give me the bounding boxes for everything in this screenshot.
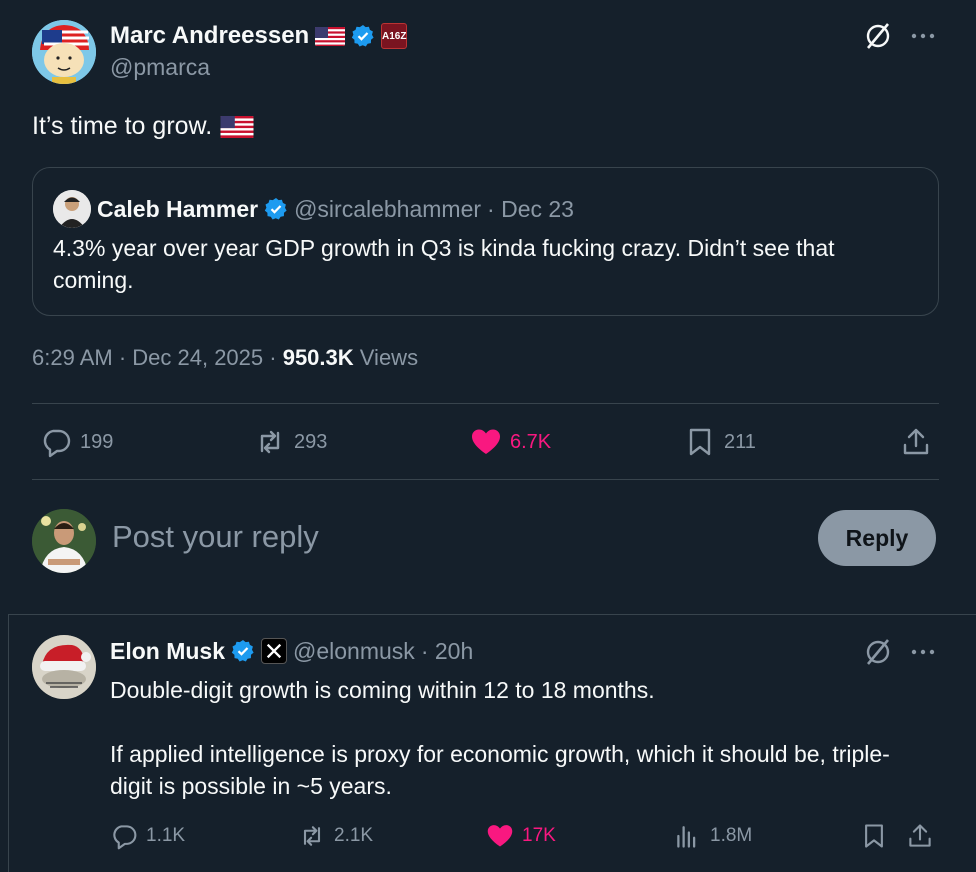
share-icon	[903, 428, 929, 455]
share-action[interactable]	[900, 426, 932, 458]
repost-count: 293	[294, 430, 328, 453]
quoted-author-handle[interactable]: @sircalebhammer	[294, 196, 481, 223]
views-label: Views	[359, 345, 419, 370]
reply-icon	[113, 825, 137, 850]
current-user-avatar[interactable]	[32, 509, 96, 573]
tweet-body: It’s time to grow.	[32, 112, 213, 140]
quoted-author-avatar[interactable]	[53, 190, 91, 228]
like-count: 6.7K	[510, 430, 552, 453]
author-avatar[interactable]	[32, 20, 96, 84]
reply-author-handle[interactable]: @elonmusk	[293, 638, 415, 665]
reply-count: 199	[80, 430, 114, 453]
author-handle[interactable]: @pmarca	[110, 54, 210, 81]
share-icon	[909, 824, 931, 847]
tweet-time[interactable]: 6:29 AM · Dec 24, 2025 ·	[32, 345, 277, 370]
like-icon	[487, 825, 513, 847]
more-icon[interactable]	[910, 639, 936, 665]
column-border	[8, 614, 9, 872]
reply-author-avatar[interactable]	[32, 635, 96, 699]
verified-icon[interactable]	[231, 639, 255, 663]
bookmark-icon	[865, 824, 883, 848]
more-icon[interactable]	[910, 23, 936, 49]
repost-icon	[303, 826, 321, 846]
reply-input[interactable]: Post your reply	[112, 519, 319, 555]
reply-icon	[43, 429, 71, 458]
like-icon	[472, 429, 500, 454]
author-name[interactable]: Marc Andreessen	[110, 22, 309, 50]
reply-author-row: Elon Musk @elonmusk · 20h	[110, 635, 473, 667]
reply-time[interactable]: · 20h	[421, 638, 473, 665]
reply-author-name[interactable]: Elon Musk	[110, 638, 225, 665]
like-count: 17K	[522, 825, 556, 846]
bookmark-count: 211	[724, 430, 756, 453]
us-flag-icon	[220, 115, 254, 138]
bookmark-icon	[689, 428, 711, 456]
reply-paragraph: If applied intelligence is proxy for eco…	[110, 741, 890, 799]
bookmark-action[interactable]	[860, 822, 888, 850]
a16z-affiliate-badge[interactable]: A16Z	[381, 23, 408, 49]
reply-top-actions	[864, 638, 936, 666]
bookmark-action[interactable]: 211	[684, 426, 756, 458]
grok-icon[interactable]	[864, 638, 892, 666]
reply-paragraph: Double-digit growth is coming within 12 …	[110, 677, 655, 703]
reply-action[interactable]: 1.1K	[110, 822, 185, 850]
repost-icon	[260, 430, 280, 454]
thread-divider	[8, 614, 976, 615]
tweet-timestamp: 6:29 AM · Dec 24, 2025 · 950.3K Views	[32, 345, 418, 371]
share-action[interactable]	[906, 822, 934, 850]
views-count: 950.3K	[282, 345, 354, 370]
quoted-author-name[interactable]: Caleb Hammer	[97, 196, 258, 223]
tweet-top-actions	[864, 22, 936, 50]
verified-icon[interactable]	[351, 24, 375, 48]
divider	[32, 403, 939, 404]
reply-action[interactable]: 199	[40, 426, 113, 458]
repost-action[interactable]: 293	[254, 426, 327, 458]
views-action[interactable]: 1.8M	[674, 822, 752, 850]
grok-icon[interactable]	[864, 22, 892, 50]
tweet-detail-page: Marc Andreessen A16Z @pmarca It’s time t…	[0, 0, 976, 872]
quoted-tweet-text: 4.3% year over year GDP growth in Q3 is …	[53, 235, 835, 293]
like-action[interactable]: 17K	[486, 822, 556, 850]
quoted-tweet-date: · Dec 23	[487, 195, 574, 222]
verified-icon[interactable]	[264, 197, 288, 221]
divider	[32, 479, 939, 480]
repost-action[interactable]: 2.1K	[298, 822, 373, 850]
tweet-text: It’s time to grow.	[32, 112, 254, 141]
reply-button[interactable]: Reply	[818, 510, 936, 566]
views-icon	[677, 826, 696, 848]
reply-text: Double-digit growth is coming within 12 …	[110, 674, 930, 802]
us-flag-icon	[315, 26, 346, 46]
repost-count: 2.1K	[334, 825, 374, 846]
author-name-row: Marc Andreessen A16Z	[110, 20, 408, 52]
quoted-tweet-header: Caleb Hammer @sircalebhammer · Dec 23	[53, 190, 574, 228]
reply-count: 1.1K	[146, 825, 186, 846]
quoted-tweet[interactable]: Caleb Hammer @sircalebhammer · Dec 23 4.…	[32, 167, 939, 316]
x-logo-icon[interactable]	[261, 638, 288, 664]
like-action[interactable]: 6.7K	[470, 426, 551, 458]
views-count: 1.8M	[710, 825, 753, 846]
